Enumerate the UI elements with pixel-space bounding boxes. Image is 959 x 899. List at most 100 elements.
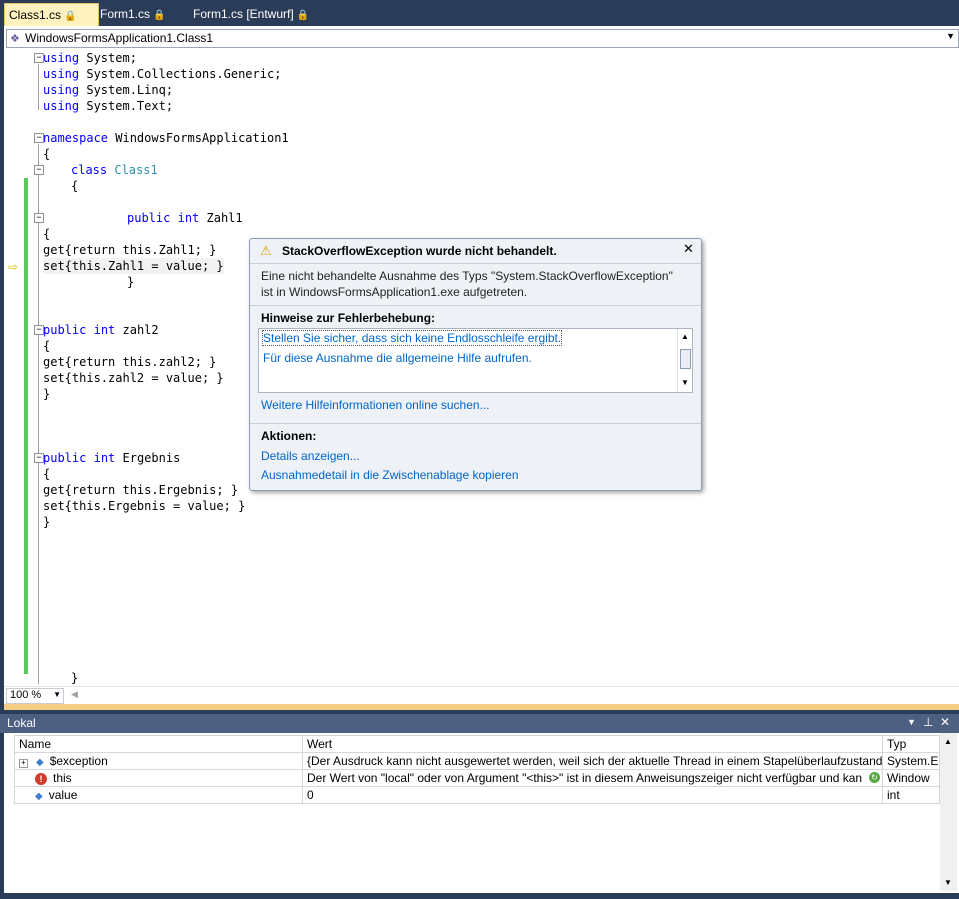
- name-cell: + ◆ $exception: [14, 752, 303, 770]
- name-cell: ◆ value: [14, 786, 303, 804]
- fold-guide: [38, 224, 39, 284]
- variable-name: $exception: [49, 754, 108, 768]
- divider: [250, 263, 701, 264]
- code-line: set{this.zahl2 = value; }: [43, 371, 224, 385]
- document-tab-bar: Class1.cs 🔒 Form1.cs 🔒 Form1.cs [Entwurf] 🔒: [0, 0, 959, 27]
- name-cell: ! this: [14, 769, 303, 787]
- collapse-toggle[interactable]: −: [34, 213, 44, 223]
- tab-label: Class1.cs: [9, 8, 62, 22]
- execution-pointer-arrow-icon: ⇨: [8, 260, 19, 274]
- scroll-down-icon[interactable]: ▼: [681, 378, 689, 387]
- type-cell: int: [882, 786, 940, 804]
- code-line: using System.Text;: [43, 99, 174, 113]
- code-line: {: [43, 339, 51, 353]
- column-header-name[interactable]: Name: [14, 735, 303, 753]
- current-statement-line: set{this.Zahl1 = value; }: [43, 258, 224, 274]
- scroll-up-icon[interactable]: ▲: [944, 737, 952, 746]
- scroll-thumb[interactable]: [680, 349, 691, 369]
- fold-guide: [38, 464, 39, 524]
- code-line: }: [43, 387, 51, 401]
- close-icon[interactable]: ✕: [940, 715, 950, 729]
- troubleshooting-tips-list: Stellen Sie sicher, dass sich keine Endl…: [258, 328, 693, 393]
- code-line: }: [71, 671, 79, 685]
- code-line: {: [43, 227, 51, 241]
- class-icon: ❖: [10, 33, 20, 45]
- collapse-toggle[interactable]: −: [34, 165, 44, 175]
- editor-status-bar: 100 % ▼ ◀: [4, 686, 959, 705]
- code-line: set{this.Ergebnis = value; }: [43, 499, 246, 513]
- chevron-down-icon[interactable]: ▼: [53, 690, 61, 699]
- code-line: public int Ergebnis: [43, 451, 181, 465]
- field-icon: ◆: [36, 757, 44, 768]
- class-selector-dropdown[interactable]: ❖ WindowsFormsApplication1.Class1 ▼: [6, 29, 959, 48]
- code-line: class Class1: [71, 163, 158, 177]
- locals-window-title: Lokal: [7, 716, 36, 730]
- chevron-down-icon[interactable]: ▼: [946, 31, 955, 41]
- actions-header: Aktionen:: [261, 429, 317, 443]
- table-header-row: Name Wert Typ: [14, 735, 940, 753]
- type-cell: Window: [882, 769, 940, 787]
- column-header-value[interactable]: Wert: [302, 735, 883, 753]
- table-row[interactable]: ◆ value 0 int: [14, 786, 940, 804]
- refresh-icon[interactable]: ↻: [869, 772, 880, 783]
- code-line: using System.Collections.Generic;: [43, 67, 282, 81]
- table-row[interactable]: + ◆ $exception {Der Ausdruck kann nicht au…: [14, 752, 940, 770]
- code-line: get{return this.Ergebnis; }: [43, 483, 239, 497]
- code-line: {: [43, 147, 51, 161]
- variable-name: value: [48, 788, 78, 802]
- close-icon[interactable]: ✕: [683, 241, 694, 257]
- code-line: {: [71, 179, 79, 193]
- locals-window: Name Wert Typ + ◆ $exception {Der Ausdruck…: [4, 733, 959, 893]
- tip-link-general-help[interactable]: Für diese Ausnahme die allgemeine Hilfe …: [263, 351, 532, 365]
- fold-guide: [38, 336, 39, 396]
- copy-exception-link[interactable]: Ausnahmedetail in die Zwischenablage kop…: [261, 468, 519, 482]
- exception-assistant-popup: ⚠ StackOverflowException wurde nicht beh…: [249, 238, 702, 491]
- scroll-up-icon[interactable]: ▲: [681, 332, 689, 341]
- tab-form1-designer[interactable]: Form1.cs [Entwurf] 🔒: [193, 3, 313, 26]
- code-line: get{return this.zahl2; }: [43, 355, 217, 369]
- error-icon: !: [35, 773, 47, 785]
- tip-link-endless-loop[interactable]: Stellen Sie sicher, dass sich keine Endl…: [261, 330, 563, 346]
- code-line: using System.Linq;: [43, 83, 174, 97]
- change-indicator-bar: [24, 178, 28, 674]
- locals-window-header: Lokal ▼ ⊥ ✕: [0, 714, 959, 733]
- lock-icon: 🔒: [64, 11, 77, 22]
- value-cell[interactable]: 0: [302, 786, 883, 804]
- code-line: namespace WindowsFormsApplication1: [43, 131, 289, 145]
- value-cell[interactable]: Der Wert von "local" oder von Argument "…: [302, 769, 883, 787]
- tips-scrollbar[interactable]: ▲ ▼: [677, 329, 692, 392]
- divider: [250, 305, 701, 306]
- class-selector-value: WindowsFormsApplication1.Class1: [25, 31, 214, 45]
- table-row[interactable]: ! this Der Wert von "local" oder von Argu…: [14, 769, 940, 787]
- online-help-link[interactable]: Weitere Hilfeinformationen online suchen…: [261, 398, 490, 412]
- code-line: public int zahl2: [43, 323, 159, 337]
- exception-message: Eine nicht behandelte Ausnahme des Typs …: [261, 269, 673, 299]
- navigation-bar: ❖ WindowsFormsApplication1.Class1 ▼: [4, 26, 959, 51]
- value-cell[interactable]: {Der Ausdruck kann nicht ausgewertet wer…: [302, 752, 883, 770]
- tab-form1-cs[interactable]: Form1.cs 🔒: [100, 3, 170, 26]
- type-cell: System.E: [882, 752, 940, 770]
- code-line: public int Zahl1: [127, 211, 243, 225]
- pin-icon[interactable]: ⊥: [923, 715, 933, 729]
- expand-icon[interactable]: +: [19, 759, 28, 768]
- locals-scrollbar[interactable]: ▲ ▼: [940, 733, 957, 891]
- zoom-value: 100 %: [10, 689, 42, 701]
- field-icon: ◆: [35, 791, 43, 802]
- scroll-down-icon[interactable]: ▼: [944, 878, 952, 887]
- code-line: get{return this.Zahl1; }: [43, 243, 217, 257]
- code-line: using System;: [43, 51, 137, 65]
- window-menu-icon[interactable]: ▼: [907, 717, 916, 727]
- zoom-dropdown[interactable]: 100 % ▼: [6, 688, 64, 704]
- code-line: }: [43, 515, 51, 529]
- panel-splitter[interactable]: [4, 704, 959, 710]
- exception-title: StackOverflowException wurde nicht behan…: [282, 244, 557, 258]
- tab-label: Form1.cs: [100, 7, 151, 21]
- tab-class1-cs[interactable]: Class1.cs 🔒: [4, 3, 99, 27]
- warning-icon: ⚠: [260, 243, 272, 258]
- column-header-type[interactable]: Typ: [882, 735, 940, 753]
- lock-icon: 🔒: [153, 10, 166, 21]
- bottom-tab-strip: [0, 893, 959, 899]
- scroll-left-icon[interactable]: ◀: [71, 689, 78, 700]
- view-details-link[interactable]: Details anzeigen...: [261, 449, 360, 463]
- value-text: Der Wert von "local" oder von Argument "…: [307, 771, 863, 785]
